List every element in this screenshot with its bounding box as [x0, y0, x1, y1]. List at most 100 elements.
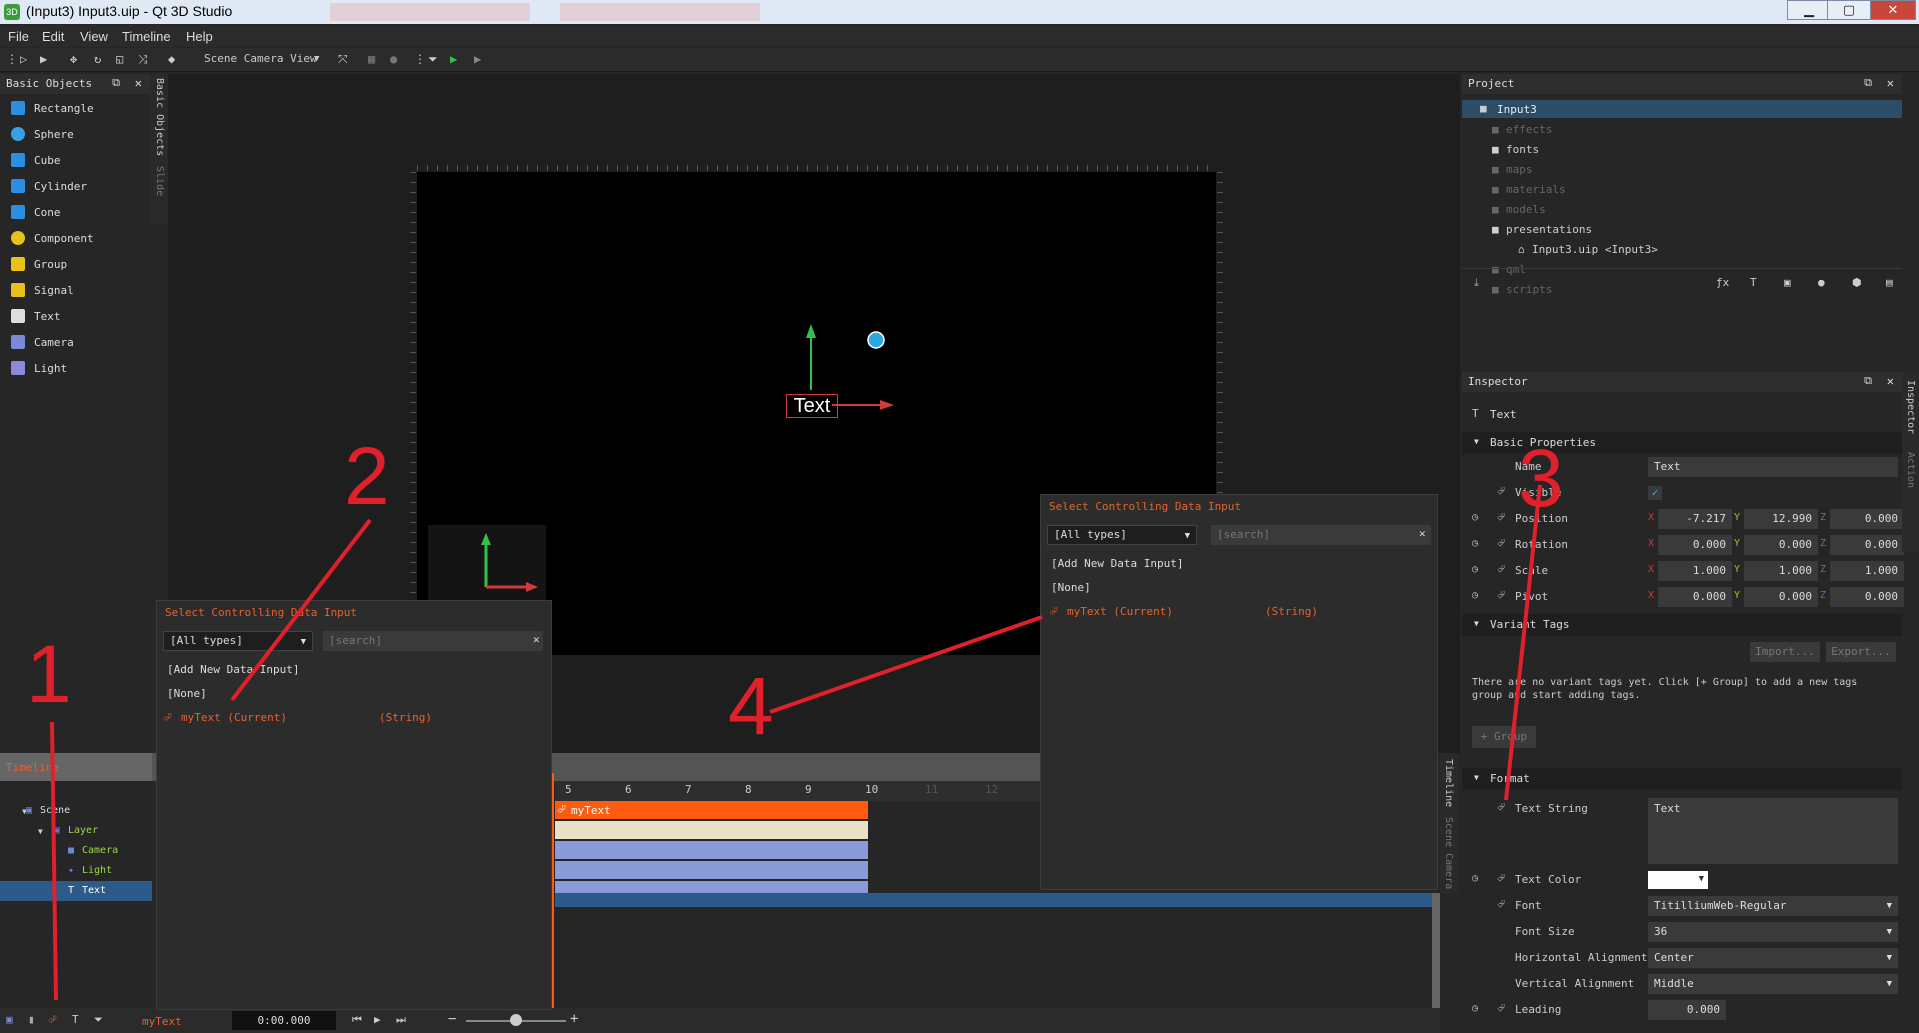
project-item[interactable]: ■ qml	[1462, 260, 1902, 280]
scale-y-field[interactable]: 1.000	[1744, 561, 1818, 581]
minimize-button[interactable]: ▁	[1787, 0, 1831, 20]
close-button[interactable]: ✕	[1870, 0, 1916, 20]
valign-select[interactable]: Middle ▼	[1648, 974, 1898, 994]
type-filter-select[interactable]: [All types] ▼	[163, 631, 313, 651]
tab-timeline[interactable]: Timeline	[1443, 759, 1454, 807]
none-item[interactable]: [None]	[1051, 581, 1091, 594]
playhead[interactable]	[552, 773, 554, 1013]
timebar-light[interactable]	[555, 861, 868, 879]
camera-view-select[interactable]: Scene Camera View	[204, 52, 317, 65]
object-signal[interactable]: Signal	[0, 278, 150, 302]
pivot-x-field[interactable]: 0.000	[1658, 587, 1732, 607]
add-new-data-input[interactable]: [Add New Data Input]	[167, 663, 299, 676]
text-color-swatch[interactable]: ▼	[1648, 871, 1708, 889]
visible-checkbox[interactable]: ✓	[1648, 486, 1662, 500]
font-select[interactable]: TitilliumWeb-Regular ▼	[1648, 896, 1898, 916]
data-input-item[interactable]: myText (Current)	[181, 711, 287, 724]
text-string-field[interactable]: Text	[1648, 798, 1898, 864]
clear-search-icon[interactable]: ✕	[1419, 527, 1426, 540]
project-item[interactable]: ■ effects	[1462, 120, 1902, 140]
tab-slide[interactable]: Slide	[154, 166, 165, 196]
object-light[interactable]: Light	[0, 356, 150, 380]
position-y-field[interactable]: 12.990	[1744, 509, 1818, 529]
remote-play-icon[interactable]: ▶	[474, 52, 481, 66]
project-item[interactable]: ▼ ■ presentations	[1462, 220, 1902, 240]
presentation-icon[interactable]: ▤	[1886, 276, 1893, 289]
link-icon[interactable]: ⮰	[1497, 899, 1505, 910]
scale-icon[interactable]: ◱	[116, 52, 123, 66]
delete-icon[interactable]: ▮	[28, 1013, 35, 1026]
search-input[interactable]: [search]	[1211, 525, 1431, 545]
menu-timeline[interactable]: Timeline	[122, 29, 171, 44]
grid-icon[interactable]: ▦	[368, 52, 375, 66]
close-icon[interactable]: ✕	[1887, 76, 1894, 90]
zoom-out-icon[interactable]: −	[448, 1011, 456, 1027]
float-icon[interactable]: ⧉	[112, 76, 120, 90]
none-item[interactable]: [None]	[167, 687, 207, 700]
model-icon[interactable]: ⬢	[1852, 276, 1862, 289]
scene-text-object[interactable]: Text	[786, 394, 838, 418]
timebar-camera[interactable]	[555, 841, 868, 859]
scrollbar[interactable]	[1432, 893, 1440, 1013]
timeline-row-scene[interactable]: ▼ ▣ Scene	[0, 801, 152, 821]
timeline-row-text[interactable]: T Text	[0, 881, 152, 901]
scale-z-field[interactable]: 1.000	[1830, 561, 1904, 581]
fit-icon[interactable]: ⤧	[338, 52, 348, 67]
text-icon[interactable]: T	[1750, 276, 1757, 289]
object-component[interactable]: Component	[0, 226, 150, 250]
animate-icon[interactable]: ◷	[1472, 512, 1478, 523]
text-icon[interactable]: T	[72, 1013, 79, 1026]
filter-icon[interactable]: ⏷	[428, 52, 438, 67]
close-icon[interactable]: ✕	[1887, 374, 1894, 388]
menu-edit[interactable]: Edit	[42, 29, 64, 44]
link-icon[interactable]: ⮰	[1497, 802, 1505, 813]
project-item[interactable]: ■ maps	[1462, 160, 1902, 180]
link-icon[interactable]: ⮰	[1497, 512, 1505, 523]
project-item[interactable]: ⌂ Input3.uip <Input3>	[1462, 240, 1902, 260]
timeline-row-light[interactable]: ✦ Light	[0, 861, 152, 881]
add-group-button[interactable]: + Group	[1472, 726, 1536, 748]
search-input[interactable]: [search]	[323, 631, 543, 651]
object-rectangle[interactable]: Rectangle	[0, 96, 150, 120]
project-item[interactable]: ▶ ■ fonts	[1462, 140, 1902, 160]
object-camera[interactable]: Camera	[0, 330, 150, 354]
time-field[interactable]: 0:00.000	[232, 1011, 336, 1030]
float-icon[interactable]: ⧉	[1864, 76, 1872, 90]
object-cylinder[interactable]: Cylinder	[0, 174, 150, 198]
group-select-icon[interactable]: ▶	[40, 52, 47, 66]
animate-icon[interactable]: ◷	[1472, 538, 1478, 549]
add-layer-icon[interactable]: ▣	[6, 1013, 13, 1026]
move-icon[interactable]: ✥	[70, 52, 77, 66]
halign-select[interactable]: Center ▼	[1648, 948, 1898, 968]
project-item[interactable]: ■ models	[1462, 200, 1902, 220]
object-text[interactable]: Text	[0, 304, 150, 328]
object-cube[interactable]: Cube	[0, 148, 150, 172]
project-item[interactable]: ■ materials	[1462, 180, 1902, 200]
chevron-down-icon[interactable]: ▼	[314, 54, 319, 64]
timeline-row-layer[interactable]: ▼ ▣ Layer	[0, 821, 152, 841]
link-icon[interactable]: ⮰	[1497, 564, 1505, 575]
scale-x-field[interactable]: 1.000	[1658, 561, 1732, 581]
section-format[interactable]: ▼ Format	[1462, 768, 1902, 790]
type-filter-select[interactable]: [All types] ▼	[1047, 525, 1197, 545]
skip-start-icon[interactable]: ⏮	[352, 1013, 362, 1027]
preview-play-icon[interactable]: ▶	[450, 52, 457, 66]
rotate-icon[interactable]: ↻	[94, 52, 101, 66]
tab-scene-camera[interactable]: Scene Camera	[1443, 817, 1454, 889]
zoom-slider-handle[interactable]	[510, 1014, 522, 1026]
animate-icon[interactable]: ◷	[1472, 873, 1478, 884]
maximize-button[interactable]: ▢	[1827, 0, 1871, 20]
export-button[interactable]: Export...	[1826, 642, 1896, 662]
manipulator-icon[interactable]: ⤨	[138, 52, 148, 67]
link-icon[interactable]: ⮰	[1497, 590, 1505, 601]
zoom-in-icon[interactable]: +	[570, 1011, 578, 1027]
tab-action[interactable]: Action	[1905, 452, 1916, 488]
wireframe-icon[interactable]: ●	[390, 52, 397, 66]
link-icon[interactable]: ⮰	[1497, 538, 1505, 549]
timebar-text[interactable]: ⮰ myText	[555, 801, 868, 819]
image-icon[interactable]: ▣	[1784, 276, 1791, 289]
animate-icon[interactable]: ◷	[1472, 1003, 1478, 1014]
import-button[interactable]: Import...	[1750, 642, 1820, 662]
object-cone[interactable]: Cone	[0, 200, 150, 224]
position-x-field[interactable]: -7.217	[1658, 509, 1732, 529]
